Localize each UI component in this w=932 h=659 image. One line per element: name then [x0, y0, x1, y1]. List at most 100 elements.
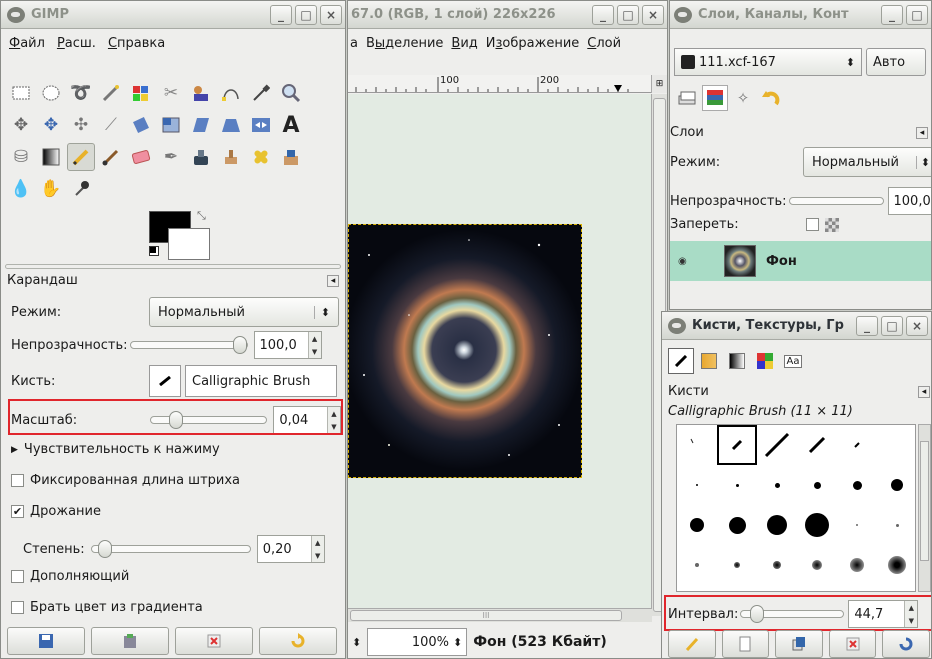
tab-gradients[interactable]: [724, 348, 750, 374]
tab-menu-icon[interactable]: ◂: [327, 274, 339, 287]
lasso-icon[interactable]: ➰: [67, 79, 95, 107]
measure-icon[interactable]: ✥: [7, 111, 35, 139]
horizontal-scrollbar[interactable]: III: [348, 608, 652, 622]
mode-combo[interactable]: Нормальный ⬍: [149, 297, 339, 327]
menu-select[interactable]: Выделение: [366, 36, 443, 51]
minimize-button[interactable]: _: [270, 4, 292, 25]
move-icon[interactable]: ✥: [37, 111, 65, 139]
brush-cell[interactable]: [677, 465, 717, 505]
paintbrush-icon[interactable]: [97, 143, 125, 171]
brushes-close-button[interactable]: ×: [906, 315, 928, 336]
brushes-tab-menu-icon[interactable]: ◂: [918, 385, 930, 398]
clone-icon[interactable]: [217, 143, 245, 171]
align-icon[interactable]: ✣: [67, 111, 95, 139]
refresh-brushes-button[interactable]: [882, 630, 930, 658]
jitter-row[interactable]: ✔ Дрожание: [11, 504, 101, 519]
tab-brushes[interactable]: [668, 348, 694, 374]
layers-maximize-button[interactable]: □: [906, 4, 928, 25]
menu-layer[interactable]: Слой: [587, 36, 621, 51]
tab-channels[interactable]: [702, 85, 728, 111]
brush-cell-selected[interactable]: [717, 425, 757, 465]
eraser-icon[interactable]: [127, 143, 155, 171]
duplicate-brush-button[interactable]: [775, 630, 823, 658]
brush-cell[interactable]: [717, 465, 757, 505]
brush-cell[interactable]: [757, 425, 797, 465]
amount-slider[interactable]: [90, 540, 251, 558]
horizontal-ruler[interactable]: 100 200: [348, 75, 652, 93]
image-close-button[interactable]: ×: [642, 4, 664, 25]
paths-icon[interactable]: [217, 79, 245, 107]
zoom-icon[interactable]: [277, 79, 305, 107]
tab-patterns[interactable]: [696, 348, 722, 374]
blend-icon[interactable]: [37, 143, 65, 171]
maximize-button[interactable]: □: [295, 4, 317, 25]
airbrush-icon[interactable]: ✒: [157, 143, 185, 171]
menu-extensions[interactable]: Расш.: [57, 36, 96, 51]
rect-select-icon[interactable]: [7, 79, 35, 107]
menu-image[interactable]: Изображение: [486, 36, 580, 51]
crop-icon[interactable]: ⟋: [97, 111, 125, 139]
text-tool-icon[interactable]: A: [277, 111, 305, 139]
image-minimize-button[interactable]: _: [592, 4, 614, 25]
layer-row[interactable]: ◉ Фон: [670, 241, 931, 281]
layers-opacity-spin[interactable]: 100,0: [887, 187, 931, 215]
brush-cell[interactable]: [797, 505, 837, 545]
brush-cell[interactable]: [837, 545, 877, 585]
smudge-icon[interactable]: ✋: [37, 175, 65, 203]
tab-undo[interactable]: [758, 85, 784, 111]
brush-cell[interactable]: [757, 465, 797, 505]
brush-preview-icon[interactable]: [149, 365, 181, 397]
reset-options-button[interactable]: [259, 627, 337, 655]
visibility-eye-icon[interactable]: ◉: [678, 256, 694, 267]
brushes-titlebar[interactable]: Кисти, Текстуры, Гр _ □ ×: [662, 312, 931, 340]
scale-icon[interactable]: [157, 111, 185, 139]
color-picker-icon[interactable]: [247, 79, 275, 107]
fixed-stroke-row[interactable]: Фиксированная длина штриха: [11, 473, 240, 488]
layers-opacity-slider[interactable]: [788, 197, 884, 205]
gradient-checkbox[interactable]: [11, 601, 24, 614]
layers-mode-combo[interactable]: Нормальный ⬍: [803, 147, 931, 177]
unit-combo[interactable]: ⬍: [352, 636, 361, 649]
edit-brush-button[interactable]: [668, 630, 716, 658]
layers-titlebar[interactable]: Слои, Каналы, Конт _ □: [670, 1, 931, 29]
brush-cell[interactable]: [677, 545, 717, 585]
fixed-stroke-checkbox[interactable]: [11, 474, 24, 487]
brush-grid-scrollbar[interactable]: [918, 424, 931, 592]
flip-icon[interactable]: [247, 111, 275, 139]
menu-partial[interactable]: а: [350, 36, 358, 51]
brushes-maximize-button[interactable]: □: [881, 315, 903, 336]
zoom-combo[interactable]: 100% ⬍: [367, 628, 468, 656]
brush-cell[interactable]: [837, 465, 877, 505]
scissors-icon[interactable]: ✂: [157, 79, 185, 107]
tab-fonts[interactable]: Aa: [780, 348, 806, 374]
brush-cell[interactable]: [837, 425, 877, 465]
image-titlebar[interactable]: 67.0 (RGB, 1 слой) 226x226 _ □ ×: [348, 1, 667, 29]
tab-paths[interactable]: ✧: [730, 85, 756, 111]
ink-icon[interactable]: [187, 143, 215, 171]
brush-cell[interactable]: [797, 545, 837, 585]
blur-icon[interactable]: 💧: [7, 175, 35, 203]
brush-cell[interactable]: [757, 505, 797, 545]
new-brush-button[interactable]: [721, 630, 770, 658]
auto-button[interactable]: Авто: [866, 48, 926, 76]
background-color[interactable]: [168, 228, 210, 260]
brush-cell[interactable]: [677, 425, 717, 465]
brush-name-field[interactable]: Calligraphic Brush: [185, 365, 337, 397]
pressure-expander[interactable]: ▶ Чувствительность к нажиму: [11, 442, 220, 457]
fuzzy-select-icon[interactable]: [97, 79, 125, 107]
menu-view[interactable]: Вид: [451, 36, 477, 51]
incremental-checkbox[interactable]: [11, 570, 24, 583]
toolbox-titlebar[interactable]: GIMP _ □ ×: [1, 1, 345, 29]
lock-checkbox[interactable]: [806, 218, 819, 231]
opacity-slider[interactable]: [129, 336, 248, 354]
delete-options-button[interactable]: [175, 627, 253, 655]
brush-cell[interactable]: [837, 505, 877, 545]
bucket-fill-icon[interactable]: ⛁: [7, 143, 35, 171]
tab-palettes[interactable]: [752, 348, 778, 374]
jitter-checkbox[interactable]: ✔: [11, 505, 24, 518]
brush-cell[interactable]: [717, 505, 757, 545]
perspective-icon[interactable]: [217, 111, 245, 139]
layers-tab-menu-icon[interactable]: ◂: [916, 126, 928, 139]
brush-scroll-thumb[interactable]: [920, 441, 929, 561]
image-select-combo[interactable]: 111.xcf-167 ⬍: [674, 48, 862, 76]
